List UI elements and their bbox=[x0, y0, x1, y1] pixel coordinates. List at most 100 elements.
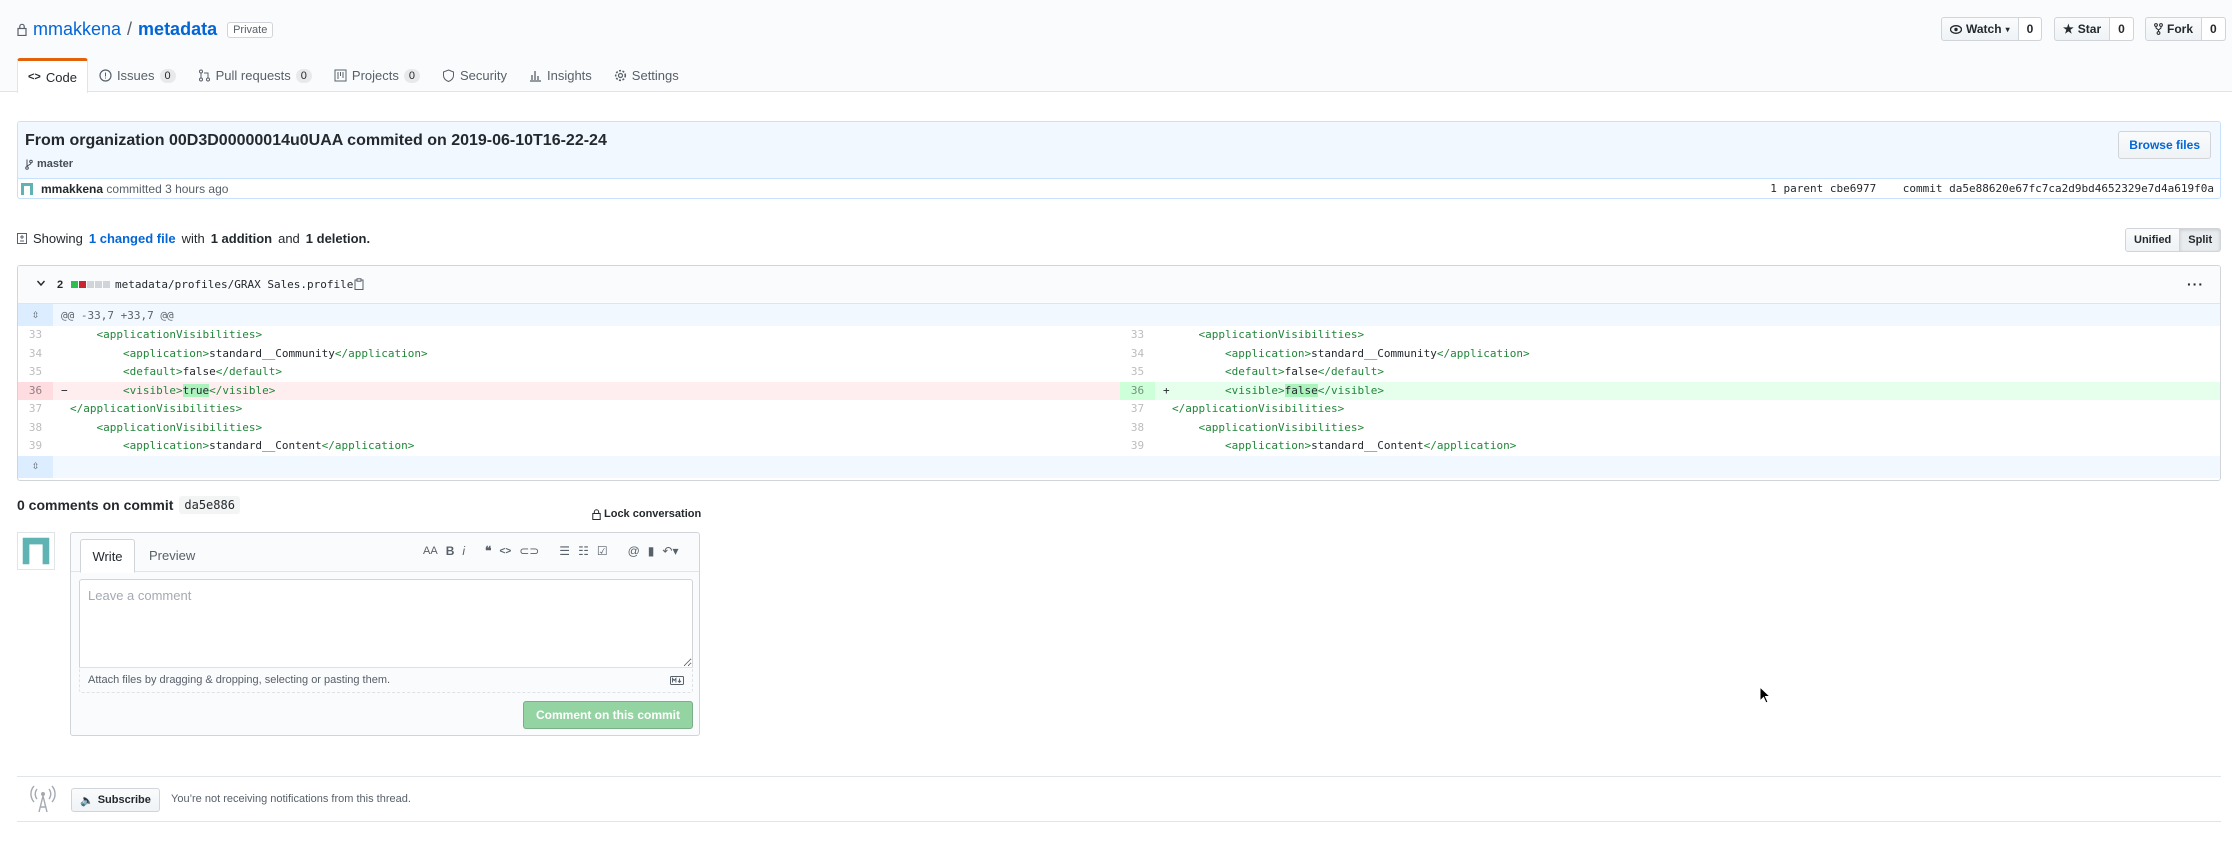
fork-icon bbox=[2154, 23, 2163, 35]
user-avatar[interactable] bbox=[17, 532, 55, 570]
repo-title: mmakkena / metadata Private bbox=[17, 19, 274, 40]
notification-status: You’re not receiving notifications from … bbox=[171, 793, 411, 805]
code-icon[interactable]: <> bbox=[500, 546, 512, 557]
caret-down-icon: ▾ bbox=[2005, 24, 2010, 34]
header-text-icon[interactable]: AA bbox=[423, 545, 438, 557]
tab-security[interactable]: Security bbox=[431, 58, 518, 92]
author-avatar[interactable] bbox=[20, 182, 34, 196]
unified-button[interactable]: Unified bbox=[2125, 228, 2181, 252]
tab-projects[interactable]: Projects 0 bbox=[323, 58, 431, 92]
summary-prefix: Showing bbox=[33, 231, 83, 246]
bulleted-list-icon[interactable]: ☰ bbox=[559, 544, 570, 558]
split-button[interactable]: Split bbox=[2180, 228, 2222, 252]
star-button[interactable]: ★ Star bbox=[2055, 18, 2109, 40]
line-number[interactable]: 39 bbox=[1120, 437, 1155, 456]
code-line: <visible>true</visible> bbox=[70, 382, 275, 401]
browse-files-button[interactable]: Browse files bbox=[2118, 131, 2211, 159]
line-number[interactable]: 33 bbox=[1120, 326, 1155, 345]
line-number[interactable]: 35 bbox=[1120, 363, 1155, 382]
file-actions-kebab-icon[interactable]: ··· bbox=[2187, 276, 2204, 292]
line-number[interactable]: 34 bbox=[1120, 345, 1155, 364]
task-list-icon[interactable]: ☑ bbox=[597, 544, 608, 558]
lock-conversation-button[interactable]: Lock conversation bbox=[592, 508, 701, 520]
line-number[interactable]: 36 bbox=[18, 381, 53, 400]
line-number[interactable]: 36 bbox=[1120, 381, 1155, 400]
deletions-count: 1 deletion. bbox=[305, 231, 371, 246]
diff-right-line: 38 <applicationVisibilities> bbox=[1120, 419, 2220, 438]
subscribe-label: Subscribe bbox=[97, 794, 151, 806]
italic-icon[interactable]: i bbox=[462, 544, 465, 558]
comment-tabs: Write Preview AA B i ❝ <> ⊂⊃ ☰ ☷ ☑ @ ▮ ↶… bbox=[71, 533, 699, 573]
tab-pull-requests[interactable]: Pull requests 0 bbox=[187, 58, 323, 92]
expand-down-icon[interactable]: ⇳ bbox=[18, 455, 53, 478]
repo-header: mmakkena / metadata Private Watch ▾ 0 ★ … bbox=[0, 0, 2232, 93]
diff-left-line: 34 <application>standard__Community</app… bbox=[18, 345, 1120, 364]
diff-left-line: 37 </applicationVisibilities> bbox=[18, 400, 1120, 419]
subscribe-button[interactable]: 🔈 Subscribe bbox=[71, 788, 160, 812]
summary-and: and bbox=[278, 231, 300, 246]
comments-commit-sha: da5e886 bbox=[179, 496, 240, 514]
bold-icon[interactable]: B bbox=[446, 544, 455, 558]
numbered-list-icon[interactable]: ☷ bbox=[578, 544, 589, 558]
tab-code-label: Code bbox=[45, 69, 77, 85]
diff-summary: Showing 1 changed file with 1 addition a… bbox=[17, 231, 370, 246]
bookmark-icon[interactable]: ▮ bbox=[648, 544, 655, 558]
reply-icon[interactable]: ↶▾ bbox=[662, 544, 678, 558]
fork-label: Fork bbox=[2167, 22, 2194, 36]
diff-right-line: 33 <applicationVisibilities> bbox=[1120, 326, 2220, 345]
hunk-footer: ⇳ bbox=[18, 455, 2220, 478]
code-prefix: <visible> bbox=[122, 383, 183, 397]
branch-link[interactable]: master bbox=[37, 158, 73, 170]
file-diff-icon bbox=[17, 233, 27, 244]
tab-issues[interactable]: Issues 0 bbox=[88, 58, 187, 92]
star-count[interactable]: 0 bbox=[2109, 18, 2133, 40]
tab-settings[interactable]: Settings bbox=[603, 58, 690, 92]
write-tab[interactable]: Write bbox=[80, 539, 135, 573]
commit-sha-info: 1 parent cbe6977 commit da5e88620e67fc7c… bbox=[1770, 182, 2214, 195]
line-number[interactable]: 38 bbox=[1120, 419, 1155, 438]
mention-icon[interactable]: @ bbox=[628, 544, 640, 558]
attach-files-area[interactable]: Attach files by dragging & dropping, sel… bbox=[79, 667, 693, 693]
line-number[interactable]: 39 bbox=[18, 437, 53, 456]
watch-button[interactable]: Watch ▾ bbox=[1942, 18, 2018, 40]
branch-info: master bbox=[25, 158, 73, 170]
tab-insights-label: Insights bbox=[546, 68, 592, 83]
quote-icon[interactable]: ❝ bbox=[485, 544, 491, 558]
line-number[interactable]: 37 bbox=[1120, 400, 1155, 419]
summary-mid: with bbox=[181, 231, 205, 246]
expand-up-icon[interactable]: ⇳ bbox=[18, 304, 53, 326]
author-name-link[interactable]: mmakkena bbox=[41, 182, 103, 196]
file-path[interactable]: metadata/profiles/GRAX Sales.profile bbox=[115, 278, 353, 291]
comment-submit-button[interactable]: Comment on this commit bbox=[522, 701, 693, 729]
markdown-icon[interactable] bbox=[670, 676, 684, 685]
line-number[interactable]: 33 bbox=[18, 326, 53, 345]
link-icon[interactable]: ⊂⊃ bbox=[519, 544, 539, 558]
diff-left-line: 39 <application>standard__Content</appli… bbox=[18, 437, 1120, 456]
tab-code[interactable]: <> Code bbox=[17, 58, 88, 93]
code-line: <application>standard__Community</applic… bbox=[1224, 346, 1530, 360]
line-number[interactable]: 38 bbox=[18, 419, 53, 438]
preview-tab[interactable]: Preview bbox=[149, 548, 195, 563]
watch-button-group: Watch ▾ 0 bbox=[1941, 17, 2043, 41]
line-number[interactable]: 35 bbox=[18, 363, 53, 382]
line-number[interactable]: 37 bbox=[18, 400, 53, 419]
project-icon bbox=[334, 69, 347, 82]
changed-files-link[interactable]: 1 changed file bbox=[89, 231, 176, 246]
repo-name-link[interactable]: metadata bbox=[138, 19, 217, 40]
fork-count[interactable]: 0 bbox=[2201, 18, 2225, 40]
watch-count[interactable]: 0 bbox=[2017, 18, 2042, 40]
line-number[interactable]: 34 bbox=[18, 345, 53, 364]
tab-insights[interactable]: Insights bbox=[518, 58, 603, 92]
chevron-down-icon[interactable] bbox=[36, 278, 46, 288]
repo-owner-link[interactable]: mmakkena bbox=[33, 19, 121, 40]
graph-icon bbox=[529, 71, 541, 82]
fork-button[interactable]: Fork bbox=[2146, 18, 2201, 40]
watch-label: Watch bbox=[1966, 22, 2002, 36]
parent-sha-link[interactable]: cbe6977 bbox=[1830, 182, 1876, 195]
star-label: Star bbox=[2077, 22, 2102, 36]
comment-textarea[interactable] bbox=[79, 579, 693, 667]
tab-security-label: Security bbox=[460, 68, 507, 83]
code-prefix: <visible> bbox=[1224, 383, 1285, 397]
file-header: 2 metadata/profiles/GRAX Sales.profile ·… bbox=[18, 266, 2220, 304]
clipboard-icon[interactable] bbox=[353, 278, 365, 290]
